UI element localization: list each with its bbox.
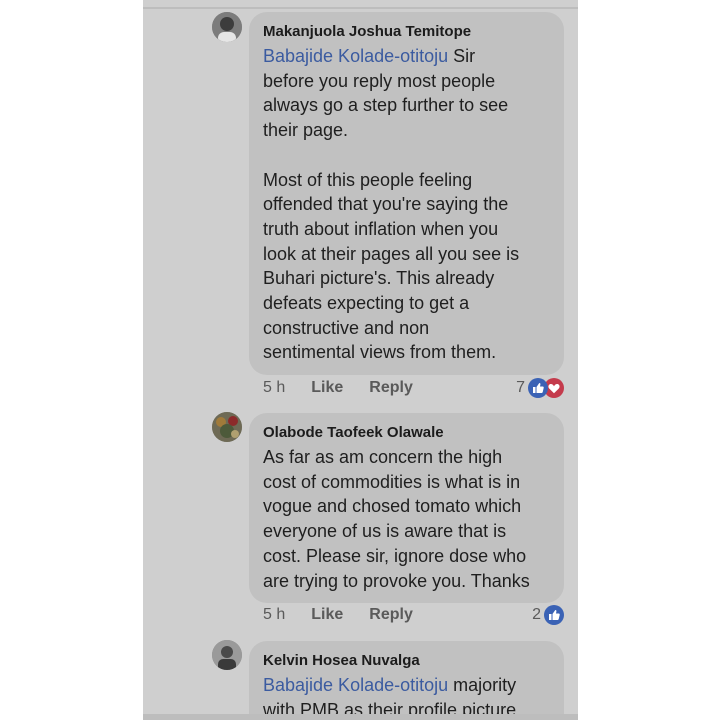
comment-bubble: Makanjuola Joshua Temitope Babajide Kola…	[249, 12, 564, 376]
comment-text-line: constructive and non	[263, 317, 430, 338]
like-icon	[528, 378, 548, 398]
comment-actions: 5 h Like Reply	[263, 377, 413, 399]
comment-text-line: always go a step further to see	[263, 95, 509, 116]
comment-text-line: sentimental views from them.	[263, 342, 497, 363]
comment-text-line: are trying to provoke you. Thanks	[263, 570, 530, 591]
comment-text-line: Buhari picture's. This already	[263, 268, 495, 289]
commenter-avatar[interactable]	[212, 12, 242, 42]
comment-text-line: cost of commodities is what is in	[263, 471, 521, 492]
comment-thread-panel: Makanjuola Joshua Temitope Babajide Kola…	[143, 0, 578, 720]
comment-text-line: Most of this people feeling	[263, 169, 473, 190]
divider	[143, 7, 578, 9]
comment-text-line: everyone of us is aware that is	[263, 521, 507, 542]
comment-text-line: look at their pages all you see is	[263, 243, 520, 264]
comment-text-line: before you reply most people	[263, 70, 496, 91]
comment-timestamp[interactable]: 5 h	[263, 379, 285, 397]
comment-text-line: As far as am concern the high	[263, 447, 503, 467]
comment-text-line: vogue and chosed tomato which	[263, 496, 522, 517]
comment-timestamp[interactable]: 5 h	[263, 606, 285, 624]
like-icon	[544, 605, 564, 625]
like-button[interactable]: Like	[311, 379, 343, 397]
reaction-summary[interactable]: 7	[516, 377, 564, 399]
comment-text-line: Babajide Kolade-otitoju Sir	[263, 46, 476, 66]
commenter-avatar[interactable]	[212, 412, 242, 442]
comment-text-line: cost. Please sir, ignore dose who	[263, 545, 527, 566]
divider	[143, 714, 578, 720]
reaction-count: 2	[532, 606, 541, 623]
comment-bubble: Kelvin Hosea Nuvalga Babajide Kolade-oti…	[249, 641, 564, 720]
reaction-count: 7	[516, 379, 525, 396]
commenter-avatar[interactable]	[212, 640, 242, 670]
like-button[interactable]: Like	[311, 606, 343, 624]
mention-link[interactable]: Babajide Kolade-otitoju	[263, 46, 448, 66]
comment-bubble: Olabode Taofeek Olawale As far as am con…	[249, 413, 564, 604]
comment-text-line: their page.	[263, 120, 349, 141]
comment-author[interactable]: Makanjuola Joshua Temitope	[263, 22, 550, 42]
mention-link[interactable]: Babajide Kolade-otitoju	[263, 675, 448, 695]
comment-author[interactable]: Olabode Taofeek Olawale	[263, 423, 550, 443]
comment-text-line	[263, 143, 550, 168]
reply-button[interactable]: Reply	[369, 606, 413, 624]
comment-text-line: defeats expecting to get a	[263, 293, 470, 314]
comment-text-line: Babajide Kolade-otitoju majority	[263, 675, 517, 695]
comment-text-line: truth about inflation when you	[263, 218, 499, 239]
comment-actions: 5 h Like Reply	[263, 604, 413, 626]
comment-text-line: offended that you're saying the	[263, 194, 509, 215]
reply-button[interactable]: Reply	[369, 379, 413, 397]
reaction-summary[interactable]: 2	[532, 604, 564, 626]
comment-author[interactable]: Kelvin Hosea Nuvalga	[263, 651, 550, 671]
